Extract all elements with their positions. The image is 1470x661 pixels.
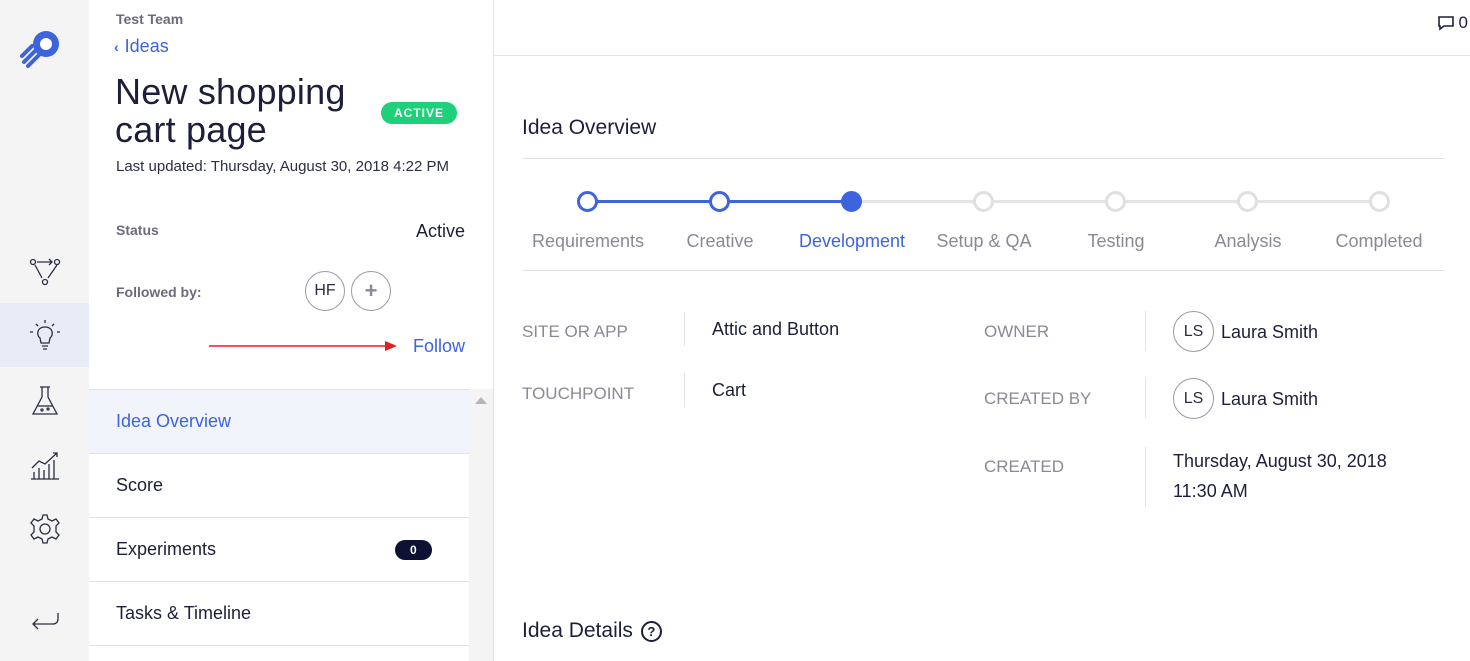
nav-experiments[interactable]: [0, 369, 89, 433]
comment-count: 0: [1458, 13, 1468, 32]
step-dot-requirements[interactable]: [577, 191, 598, 212]
nav-settings[interactable]: [0, 497, 89, 561]
step-label-requirements[interactable]: Requirements: [522, 231, 654, 252]
created-label: CREATED: [984, 457, 1064, 476]
touchpoint-value[interactable]: Cart: [712, 375, 746, 405]
menu-item-experiments[interactable]: Experiments 0: [89, 518, 469, 582]
workflow-icon: [29, 258, 60, 286]
step-dot-analysis[interactable]: [1237, 191, 1258, 212]
step-label-completed[interactable]: Completed: [1313, 231, 1445, 252]
field-separator: [1145, 378, 1146, 418]
experiments-count-badge: 0: [395, 540, 432, 560]
chart-icon: [30, 452, 59, 480]
site-or-app-value[interactable]: Attic and Button: [712, 314, 839, 344]
created-by-label: CREATED BY: [984, 389, 1092, 408]
status-badge: ACTIVE: [381, 102, 458, 124]
step-label-development[interactable]: Development: [786, 231, 918, 252]
owner-label: OWNER: [984, 322, 1050, 341]
nav-workflow[interactable]: [0, 239, 89, 303]
site-or-app-label: SITE OR APP: [522, 322, 628, 341]
step-dot-development[interactable]: [841, 191, 862, 212]
created-by-name[interactable]: Laura Smith: [1221, 384, 1318, 414]
menu-item-idea-overview[interactable]: Idea Overview: [89, 390, 469, 454]
menu-item-label: Experiments: [116, 539, 217, 559]
step-label-testing[interactable]: Testing: [1050, 231, 1182, 252]
nav-ideas[interactable]: [0, 303, 89, 367]
flask-icon: [31, 386, 58, 415]
step-dot-completed[interactable]: [1369, 191, 1390, 212]
owner-name[interactable]: Laura Smith: [1221, 317, 1318, 347]
follow-button[interactable]: Follow: [413, 336, 465, 357]
comments-button[interactable]: 0: [1436, 13, 1468, 33]
step-label-setup-qa[interactable]: Setup & QA: [918, 231, 1050, 252]
back-to-ideas-link[interactable]: ‹ Ideas: [114, 36, 169, 57]
back-link-label: Ideas: [124, 36, 169, 56]
step-label-analysis[interactable]: Analysis: [1182, 231, 1314, 252]
field-separator: [684, 373, 685, 407]
icon-rail: [0, 0, 89, 661]
comment-icon: [1437, 16, 1454, 31]
created-date: Thursday, August 30, 2018: [1173, 451, 1387, 471]
logo-icon[interactable]: [20, 28, 62, 70]
help-icon[interactable]: ?: [640, 620, 662, 642]
add-follower-button[interactable]: +: [351, 271, 391, 311]
plus-icon: +: [364, 278, 378, 303]
step-dot-creative[interactable]: [709, 191, 730, 212]
owner-avatar[interactable]: LS: [1173, 311, 1214, 352]
nav-collapse[interactable]: [0, 586, 89, 650]
menu-item-label: Tasks & Timeline: [116, 603, 252, 623]
menu-item-label: Score: [116, 475, 164, 495]
follower-avatar[interactable]: HF: [305, 271, 345, 311]
last-updated: Last updated: Thursday, August 30, 2018 …: [116, 158, 450, 175]
status-value[interactable]: Active: [416, 221, 465, 242]
top-bar: 0: [494, 0, 1470, 56]
field-separator: [684, 312, 685, 346]
created-by-avatar[interactable]: LS: [1173, 378, 1214, 419]
idea-details-label: Idea Details: [522, 619, 633, 642]
menu-item-tasks-timeline[interactable]: Tasks & Timeline: [89, 582, 469, 646]
menu-scrollbar[interactable]: [469, 389, 493, 661]
lightbulb-icon: [29, 320, 60, 350]
annotation-arrow-icon: [209, 341, 397, 351]
nav-analytics[interactable]: [0, 433, 89, 497]
progress-stepper: Requirements Creative Development Setup …: [522, 186, 1445, 256]
divider: [522, 158, 1445, 159]
gear-icon: [29, 514, 60, 544]
status-label: Status: [116, 222, 159, 238]
idea-details-heading: Idea Details ?: [522, 619, 662, 643]
touchpoint-label: TOUCHPOINT: [522, 384, 635, 403]
scroll-up-icon[interactable]: [475, 397, 487, 404]
field-separator: [1145, 311, 1146, 351]
menu-item-label: Idea Overview: [116, 411, 232, 431]
menu-item-score[interactable]: Score: [89, 454, 469, 518]
step-dot-setup-qa[interactable]: [973, 191, 994, 212]
step-dot-testing[interactable]: [1105, 191, 1126, 212]
chevron-left-icon: ‹: [114, 38, 119, 55]
panel-menu: Idea Overview Score Experiments 0 Tasks …: [89, 389, 469, 646]
back-arrow-icon: [31, 613, 59, 630]
page-title: New shopping cart page: [115, 71, 346, 150]
team-name: Test Team: [116, 11, 184, 27]
divider: [522, 270, 1445, 271]
field-separator: [1145, 447, 1146, 507]
followed-by-label: Followed by:: [116, 284, 202, 300]
step-label-creative[interactable]: Creative: [654, 231, 786, 252]
created-time: 11:30 AM: [1173, 481, 1248, 501]
idea-panel: Test Team ‹ Ideas New shopping cart page…: [89, 0, 494, 661]
idea-overview-heading: Idea Overview: [522, 116, 657, 139]
